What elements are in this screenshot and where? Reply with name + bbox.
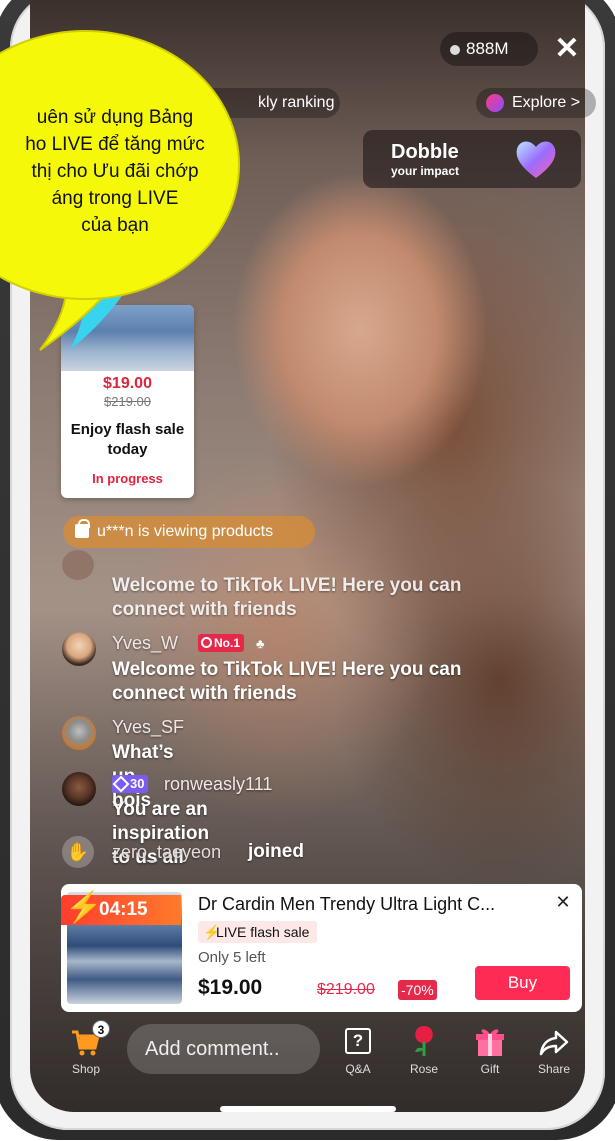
- chat-username[interactable]: Yves_SF: [112, 715, 184, 739]
- chat-faded-text: Welcome to TikTok LIVE! Here you can con…: [112, 575, 462, 620]
- gift-button[interactable]: Gift: [462, 1022, 518, 1078]
- shop-label: Shop: [71, 1062, 101, 1076]
- pinned-product-card[interactable]: ⚡ 04:15 Dr Cardin Men Trendy Ultra Light …: [61, 884, 582, 1012]
- flash-title: Enjoy flash sale today: [70, 421, 185, 458]
- lightning-icon: ⚡: [203, 924, 221, 940]
- dobble-promo-banner[interactable]: Dobble your impact: [363, 130, 581, 188]
- level-badge-label: 30: [130, 776, 145, 791]
- viewing-products-pill[interactable]: u***n is viewing products: [63, 516, 315, 548]
- viewer-count-pill[interactable]: 888M: [440, 32, 538, 66]
- viewing-text: u***n is viewing products: [97, 523, 274, 540]
- qa-button[interactable]: ? Q&A: [330, 1022, 386, 1078]
- lightning-icon: ⚡: [65, 891, 103, 924]
- join-username[interactable]: zero_taeyeon: [112, 840, 221, 864]
- diamond-icon: [112, 775, 130, 793]
- flash-price: $19.00: [103, 375, 152, 392]
- product-title[interactable]: Dr Cardin Men Trendy Ultra Light C...: [198, 894, 533, 915]
- live-flash-sale-tag: ⚡ LIVE flash sale: [198, 921, 318, 943]
- discount-badge: -70%: [398, 980, 437, 1000]
- home-indicator[interactable]: [220, 1106, 396, 1112]
- viewer-icon: [450, 45, 460, 55]
- viewer-count: 888M: [466, 39, 509, 58]
- level-badge: 30: [112, 775, 149, 793]
- avatar[interactable]: [62, 772, 96, 806]
- explore-icon: [486, 94, 504, 112]
- qa-icon: ?: [345, 1028, 371, 1054]
- shop-badge: 3: [92, 1020, 110, 1038]
- avatar[interactable]: [62, 632, 96, 666]
- rose-button[interactable]: Rose: [396, 1022, 452, 1078]
- flash-tag-label: LIVE flash sale: [216, 924, 310, 940]
- chat-username[interactable]: Yves_W: [112, 631, 178, 655]
- qa-label: Q&A: [345, 1062, 371, 1076]
- rank-badge-label: No.1: [214, 636, 241, 650]
- avatar[interactable]: [62, 716, 96, 750]
- rose-icon: [415, 1026, 433, 1056]
- explore-label: Explore >: [512, 94, 581, 111]
- share-icon: [539, 1030, 569, 1056]
- flash-status: In progress: [92, 471, 163, 486]
- comment-input[interactable]: Add comment..: [127, 1024, 320, 1074]
- close-product-button[interactable]: ✕: [551, 890, 575, 914]
- chat-username[interactable]: ronweasly111: [164, 772, 272, 796]
- timer-value: 04:15: [99, 899, 148, 920]
- flash-old-price: $219.00: [104, 394, 151, 409]
- promo-subtitle: your impact: [391, 164, 460, 178]
- ranking-label: kly ranking: [258, 94, 335, 111]
- stock-text: Only 5 left: [198, 949, 266, 966]
- avatar[interactable]: [62, 550, 94, 580]
- rank-badge: No.1: [198, 634, 245, 652]
- shopping-bag-icon: [75, 519, 90, 538]
- share-button[interactable]: Share: [526, 1022, 582, 1078]
- gift-label: Gift: [480, 1062, 500, 1076]
- stage: 888M ✕ kly ranking Explore > Dobble your…: [0, 0, 615, 1141]
- chat-message-text: Welcome to TikTok LIVE! Here you can con…: [112, 659, 462, 704]
- shop-button[interactable]: 3 Shop: [58, 1020, 114, 1078]
- product-old-price: $219.00: [317, 981, 375, 998]
- promo-title: Dobble: [391, 141, 459, 163]
- wave-hand-icon: ✋: [62, 836, 94, 868]
- explore-button[interactable]: Explore >: [476, 88, 596, 118]
- buy-button[interactable]: Buy: [475, 966, 570, 1000]
- clock-icon: [201, 637, 212, 648]
- flash-timer: ⚡ 04:15: [61, 891, 181, 925]
- share-label: Share: [537, 1062, 571, 1076]
- product-price: $19.00: [198, 976, 263, 999]
- join-text: joined: [248, 841, 304, 862]
- team-icon: ♣: [256, 636, 265, 651]
- rose-label: Rose: [409, 1062, 438, 1076]
- close-button[interactable]: ✕: [550, 32, 584, 66]
- gift-icon: [476, 1029, 504, 1056]
- purple-heart-icon: [516, 141, 556, 178]
- callout-text: uên sử dụng Bảng ho LIVE để tăng mức thị…: [25, 107, 205, 236]
